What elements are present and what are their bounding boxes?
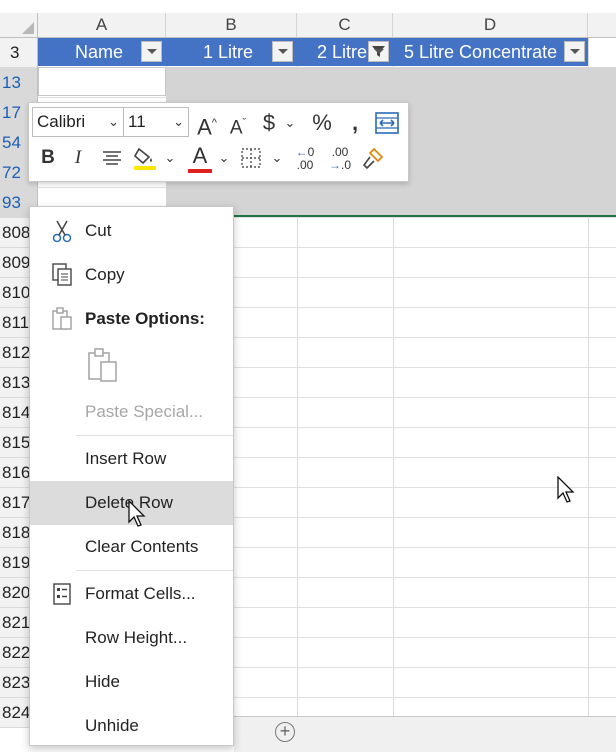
- chevron-down-icon: ⌄: [108, 114, 119, 129]
- mouse-pointer-icon: [557, 476, 575, 503]
- decrease-decimal-icon[interactable]: ←0.00: [289, 143, 321, 172]
- table-header-row: Name 1 Litre 2 Litre 5 Litre Concentrate: [38, 38, 588, 66]
- copy-icon: [52, 263, 72, 286]
- menu-item-unhide[interactable]: Unhide: [30, 704, 233, 748]
- percent-style-icon[interactable]: %: [308, 108, 336, 138]
- menu-item-label: Hide: [85, 672, 120, 691]
- chevron-down-icon[interactable]: ⌄: [216, 143, 232, 173]
- chevron-down-icon: ⌄: [173, 114, 184, 129]
- chevron-down-icon[interactable]: ⌄: [269, 143, 285, 173]
- menu-separator: [76, 435, 233, 436]
- active-cell[interactable]: [38, 67, 166, 96]
- bold-icon[interactable]: B: [37, 143, 59, 173]
- column-header-e[interactable]: [588, 13, 616, 38]
- menu-item-clear-contents[interactable]: Clear Contents: [30, 525, 233, 569]
- menu-item-label: Insert Row: [85, 449, 167, 468]
- filter-dropdown-button[interactable]: [564, 41, 585, 62]
- font-name-combo[interactable]: Calibri ⌄: [32, 107, 124, 137]
- paste-option-button[interactable]: [85, 347, 121, 383]
- decrease-font-size-icon[interactable]: Aˇ: [224, 108, 252, 143]
- format-cells-icon: [53, 583, 71, 605]
- menu-item-label: Paste Special...: [85, 402, 204, 421]
- font-size-combo[interactable]: 11 ⌄: [123, 107, 189, 137]
- fill-color-icon[interactable]: [130, 143, 160, 180]
- column-header-d[interactable]: D: [393, 13, 588, 38]
- font-color-icon[interactable]: A: [186, 141, 214, 173]
- borders-icon[interactable]: [237, 143, 265, 178]
- column-header-a[interactable]: A: [38, 13, 166, 38]
- chevron-down-icon[interactable]: ⌄: [282, 108, 298, 138]
- center-align-icon[interactable]: [99, 143, 125, 178]
- menu-separator: [76, 570, 233, 571]
- menu-item-cut[interactable]: Cut: [30, 209, 233, 253]
- add-sheet-button[interactable]: +: [275, 722, 295, 742]
- menu-item-label: Row Height...: [85, 628, 188, 647]
- paste-options-title: Paste Options:: [85, 309, 205, 328]
- filter-funnel-icon: [372, 46, 385, 57]
- menu-item-row-height[interactable]: Row Height...: [30, 616, 233, 660]
- header-cell-2-litre[interactable]: 2 Litre: [297, 38, 368, 66]
- filter-dropdown-button[interactable]: [141, 41, 162, 62]
- column-header-b[interactable]: B: [166, 13, 297, 38]
- font-name-value: Calibri: [37, 112, 86, 131]
- font-size-value: 11: [128, 112, 146, 131]
- row-header[interactable]: 13: [0, 68, 38, 98]
- merge-center-icon[interactable]: [373, 108, 401, 144]
- filter-active-button[interactable]: [368, 41, 389, 62]
- header-cell-5-litre-concentrate[interactable]: 5 Litre Concentrate: [393, 38, 563, 66]
- accounting-format-icon[interactable]: $: [257, 108, 281, 138]
- top-strip: [0, 0, 616, 13]
- select-all-corner[interactable]: [0, 13, 38, 38]
- comma-style-icon[interactable]: ,: [342, 108, 368, 138]
- menu-item-format-cells[interactable]: Format Cells...: [30, 572, 233, 616]
- menu-item-paste-special[interactable]: Paste Special...: [30, 390, 233, 434]
- menu-item-copy[interactable]: Copy: [30, 253, 233, 297]
- menu-item-hide[interactable]: Hide: [30, 660, 233, 704]
- clipboard-icon: [52, 307, 72, 330]
- increase-decimal-icon[interactable]: .00 →.0: [324, 143, 356, 172]
- menu-item-label: Copy: [85, 265, 125, 284]
- paste-icon: [88, 348, 117, 382]
- menu-item-label: Clear Contents: [85, 537, 199, 556]
- menu-item-insert-row[interactable]: Insert Row: [30, 437, 233, 481]
- context-menu: Cut Copy Paste Options: Paste Special...…: [29, 206, 234, 746]
- italic-icon[interactable]: I: [67, 143, 89, 173]
- mouse-pointer-icon: [128, 500, 146, 527]
- increase-font-size-icon[interactable]: A^: [193, 108, 221, 142]
- menu-item-label: Format Cells...: [85, 584, 196, 603]
- menu-item-label: Cut: [85, 221, 112, 240]
- menu-item-label: Unhide: [85, 716, 139, 735]
- scissors-icon: [52, 220, 72, 243]
- column-header-c[interactable]: C: [297, 13, 393, 38]
- mini-toolbar: Calibri ⌄ 11 ⌄ A^ Aˇ $ ⌄ % , B I ⌄ A ⌄ ⌄…: [28, 102, 409, 182]
- format-painter-icon[interactable]: [359, 143, 387, 179]
- row-header[interactable]: 3: [0, 38, 38, 68]
- filter-dropdown-button[interactable]: [272, 41, 293, 62]
- menu-section-paste-options: Paste Options:: [30, 297, 233, 341]
- chevron-down-icon[interactable]: ⌄: [162, 143, 178, 173]
